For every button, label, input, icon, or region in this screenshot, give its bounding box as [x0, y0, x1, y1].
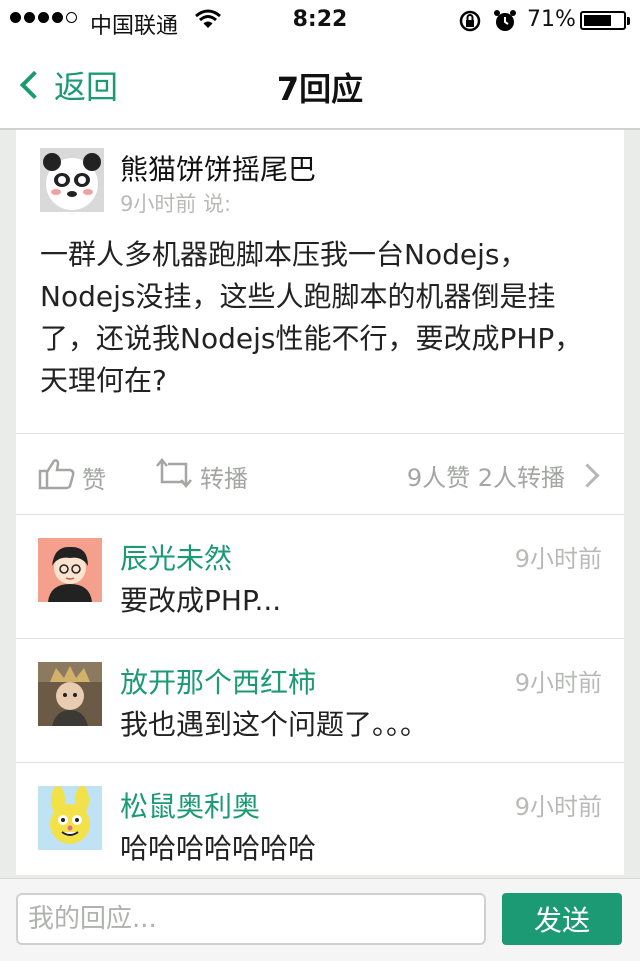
stats-text: 9人赞 2人转播 — [406, 464, 565, 492]
send-button[interactable]: 发送 — [502, 893, 622, 945]
battery-percent: 71% — [527, 7, 576, 32]
engagement-stats[interactable]: 9人赞 2人转播 — [406, 458, 600, 493]
reply-author-name[interactable]: 放开那个西红柿 — [120, 661, 316, 701]
reply-author-name[interactable]: 松鼠奥利奥 — [120, 785, 260, 825]
reply-avatar[interactable] — [38, 538, 102, 602]
rotation-lock-icon — [458, 9, 482, 39]
author-avatar[interactable] — [40, 148, 104, 212]
reply-author-name[interactable]: 辰光未然 — [120, 537, 232, 577]
battery-icon — [580, 11, 630, 30]
status-bar: 中国联通 8:22 71% — [0, 0, 640, 40]
post-author-name[interactable]: 熊猫饼饼摇尾巴 — [120, 148, 316, 188]
reply-composer: 发送 — [0, 878, 640, 961]
reply-input[interactable] — [16, 893, 486, 945]
reply-item: 放开那个西红柿 9小时前 我也遇到这个问题了。。。 — [16, 639, 624, 763]
reply-item: 辰光未然 9小时前 要改成PHP... — [16, 515, 624, 639]
reply-timestamp: 9小时前 — [514, 669, 602, 697]
reply-text: 我也遇到这个问题了。。。 — [120, 708, 429, 741]
alarm-icon — [493, 9, 517, 39]
repost-label: 转播 — [200, 464, 248, 493]
reply-timestamp: 9小时前 — [514, 545, 602, 573]
thumbs-up-icon — [38, 458, 76, 496]
reply-text: 哈哈哈哈哈哈哈 — [120, 832, 317, 865]
repost-button[interactable]: 转播 — [156, 458, 248, 494]
page-title: 7回应 — [276, 70, 364, 108]
navigation-bar: 返回 7回应 — [0, 40, 640, 130]
reply-timestamp: 9小时前 — [514, 793, 602, 821]
like-label: 赞 — [82, 465, 106, 494]
repost-icon — [156, 458, 192, 494]
reply-text: 要改成PHP... — [120, 584, 282, 617]
chevron-right-icon — [575, 463, 600, 488]
reply-avatar[interactable] — [38, 786, 102, 850]
reply-item: 松鼠奥利奥 9小时前 哈哈哈哈哈哈哈 — [16, 763, 624, 875]
post-timestamp: 9小时前 说: — [120, 192, 232, 216]
original-post: 熊猫饼饼摇尾巴 9小时前 说: 一群人多机器跑脚本压我一台Nodejs，Node… — [16, 130, 624, 434]
post-detail: 熊猫饼饼摇尾巴 9小时前 说: 一群人多机器跑脚本压我一台Nodejs，Node… — [16, 130, 624, 875]
post-body: 一群人多机器跑脚本压我一台Nodejs，Nodejs没挂，这些人跑脚本的机器倒是… — [40, 238, 583, 397]
post-actions: 赞 转播 9人赞 2人转播 — [16, 434, 624, 515]
like-button[interactable]: 赞 — [38, 458, 106, 496]
reply-avatar[interactable] — [38, 662, 102, 726]
